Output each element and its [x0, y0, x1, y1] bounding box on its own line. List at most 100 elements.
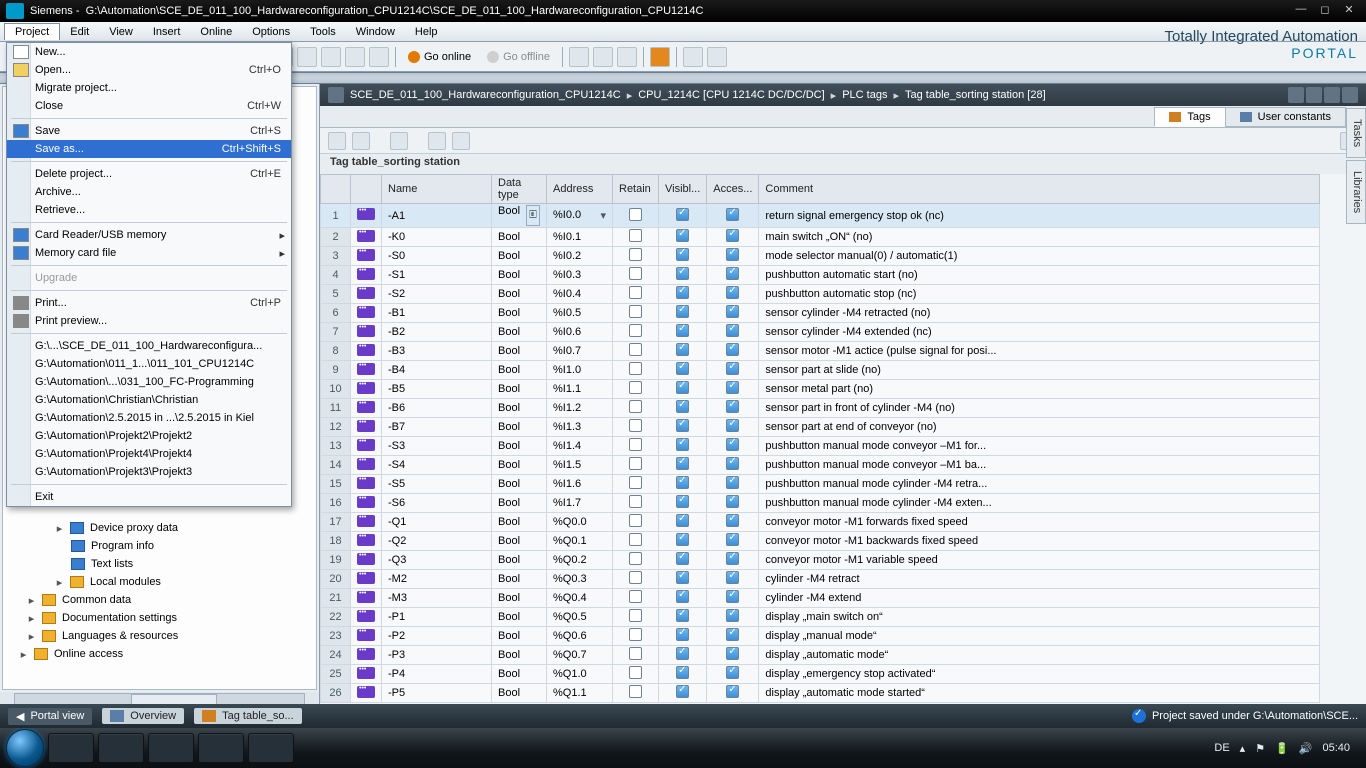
cell-access[interactable] [707, 456, 759, 475]
taskbar-tia-icon[interactable] [148, 733, 194, 763]
cell-retain[interactable] [613, 228, 659, 247]
cell-name[interactable]: -S0 [382, 247, 492, 266]
cell-datatype[interactable]: Bool [492, 532, 547, 551]
expand-icon[interactable]: ▸ [27, 630, 36, 643]
tool-tags-icon[interactable] [617, 47, 637, 67]
expand-icon[interactable]: ▸ [27, 612, 36, 625]
cell-datatype[interactable]: Bool [492, 513, 547, 532]
cell-access[interactable] [707, 684, 759, 703]
cell-comment[interactable]: pushbutton manual mode conveyor –M1 ba..… [759, 456, 1320, 475]
cell-visible[interactable] [659, 285, 707, 304]
cell-name[interactable]: -S5 [382, 475, 492, 494]
cell-datatype[interactable]: Bool 🗉 [492, 204, 547, 228]
retain-checkbox[interactable] [629, 647, 642, 660]
visible-checkbox[interactable] [676, 229, 689, 242]
cell-visible[interactable] [659, 684, 707, 703]
cell-datatype[interactable]: Bool [492, 608, 547, 627]
crumb-project[interactable]: SCE_DE_011_100_Hardwareconfiguration_CPU… [350, 89, 621, 101]
expand-icon[interactable]: ▸ [27, 594, 36, 607]
visible-checkbox[interactable] [676, 267, 689, 280]
tree-languages-resources[interactable]: ▸Languages & resources [3, 627, 316, 645]
cell-comment[interactable]: pushbutton automatic start (no) [759, 266, 1320, 285]
taskbar-firefox-icon[interactable] [48, 733, 94, 763]
cell-comment[interactable]: cylinder -M4 extend [759, 589, 1320, 608]
cell-visible[interactable] [659, 437, 707, 456]
access-checkbox[interactable] [726, 514, 739, 527]
cell-name[interactable]: -S2 [382, 285, 492, 304]
cell-visible[interactable] [659, 204, 707, 228]
retain-checkbox[interactable] [629, 229, 642, 242]
cell-datatype[interactable]: Bool [492, 304, 547, 323]
tray-up-icon[interactable]: ▴ [1240, 742, 1246, 755]
access-checkbox[interactable] [726, 381, 739, 394]
table-row[interactable]: 1-A1Bool 🗉%I0.0 ▾return signal emergency… [321, 204, 1320, 228]
cell-visible[interactable] [659, 247, 707, 266]
visible-checkbox[interactable] [676, 495, 689, 508]
cell-address[interactable]: %I0.7 [547, 342, 613, 361]
cell-datatype[interactable]: Bool [492, 570, 547, 589]
cell-comment[interactable]: sensor part at slide (no) [759, 361, 1320, 380]
menuitem-archive[interactable]: Archive... [7, 183, 291, 201]
menuitem-close[interactable]: CloseCtrl+W [7, 97, 291, 115]
tray-clock[interactable]: 05:40 [1322, 742, 1350, 754]
cell-address[interactable]: %Q0.0 [547, 513, 613, 532]
cell-visible[interactable] [659, 342, 707, 361]
cell-datatype[interactable]: Bool [492, 475, 547, 494]
cell-comment[interactable]: display „emergency stop activated“ [759, 665, 1320, 684]
cell-access[interactable] [707, 627, 759, 646]
cell-visible[interactable] [659, 608, 707, 627]
visible-checkbox[interactable] [676, 400, 689, 413]
cell-address[interactable]: %I1.6 [547, 475, 613, 494]
cell-visible[interactable] [659, 551, 707, 570]
cell-comment[interactable]: display „main switch on“ [759, 608, 1320, 627]
access-checkbox[interactable] [726, 362, 739, 375]
cell-comment[interactable]: mode selector manual(0) / automatic(1) [759, 247, 1320, 266]
cell-name[interactable]: -K0 [382, 228, 492, 247]
taskbar-snip-icon[interactable] [198, 733, 244, 763]
cell-visible[interactable] [659, 304, 707, 323]
cell-access[interactable] [707, 304, 759, 323]
sidetab-tasks[interactable]: Tasks [1346, 108, 1366, 158]
tool-start-icon[interactable] [369, 47, 389, 67]
cell-retain[interactable] [613, 475, 659, 494]
retain-checkbox[interactable] [629, 208, 642, 221]
cell-comment[interactable]: pushbutton manual mode conveyor –M1 for.… [759, 437, 1320, 456]
cell-name[interactable]: -P1 [382, 608, 492, 627]
menuitem-print-preview[interactable]: Print preview... [7, 312, 291, 330]
cell-retain[interactable] [613, 608, 659, 627]
menuitem-g-automation-011-1-011-101-cpu[interactable]: G:\Automation\011_1...\011_101_CPU1214C [7, 355, 291, 373]
menu-window[interactable]: Window [346, 24, 405, 40]
cell-access[interactable] [707, 399, 759, 418]
cell-retain[interactable] [613, 627, 659, 646]
visible-checkbox[interactable] [676, 609, 689, 622]
cell-access[interactable] [707, 228, 759, 247]
cell-name[interactable]: -B3 [382, 342, 492, 361]
tool-upload-icon[interactable] [321, 47, 341, 67]
table-row[interactable]: 6-B1Bool%I0.5sensor cylinder -M4 retract… [321, 304, 1320, 323]
cell-comment[interactable]: display „manual mode“ [759, 627, 1320, 646]
col-name[interactable]: Name [382, 175, 492, 204]
retain-checkbox[interactable] [629, 267, 642, 280]
cell-datatype[interactable]: Bool [492, 665, 547, 684]
cell-datatype[interactable]: Bool [492, 418, 547, 437]
cell-address[interactable]: %Q0.5 [547, 608, 613, 627]
cell-comment[interactable]: pushbutton manual mode cylinder -M4 retr… [759, 475, 1320, 494]
cell-name[interactable]: -B1 [382, 304, 492, 323]
retain-checkbox[interactable] [629, 343, 642, 356]
cell-name[interactable]: -P4 [382, 665, 492, 684]
start-button[interactable] [6, 729, 44, 767]
visible-checkbox[interactable] [676, 362, 689, 375]
visible-checkbox[interactable] [676, 647, 689, 660]
cell-retain[interactable] [613, 665, 659, 684]
access-checkbox[interactable] [726, 438, 739, 451]
tree-documentation-settings[interactable]: ▸Documentation settings [3, 609, 316, 627]
table-row[interactable]: 9-B4Bool%I1.0sensor part at slide (no) [321, 361, 1320, 380]
cell-access[interactable] [707, 646, 759, 665]
access-checkbox[interactable] [726, 685, 739, 698]
menu-options[interactable]: Options [242, 24, 300, 40]
table-row[interactable]: 25-P4Bool%Q1.0display „emergency stop ac… [321, 665, 1320, 684]
access-checkbox[interactable] [726, 343, 739, 356]
cell-datatype[interactable]: Bool [492, 342, 547, 361]
cell-name[interactable]: -S1 [382, 266, 492, 285]
cell-comment[interactable]: sensor motor -M1 actice (pulse signal fo… [759, 342, 1320, 361]
